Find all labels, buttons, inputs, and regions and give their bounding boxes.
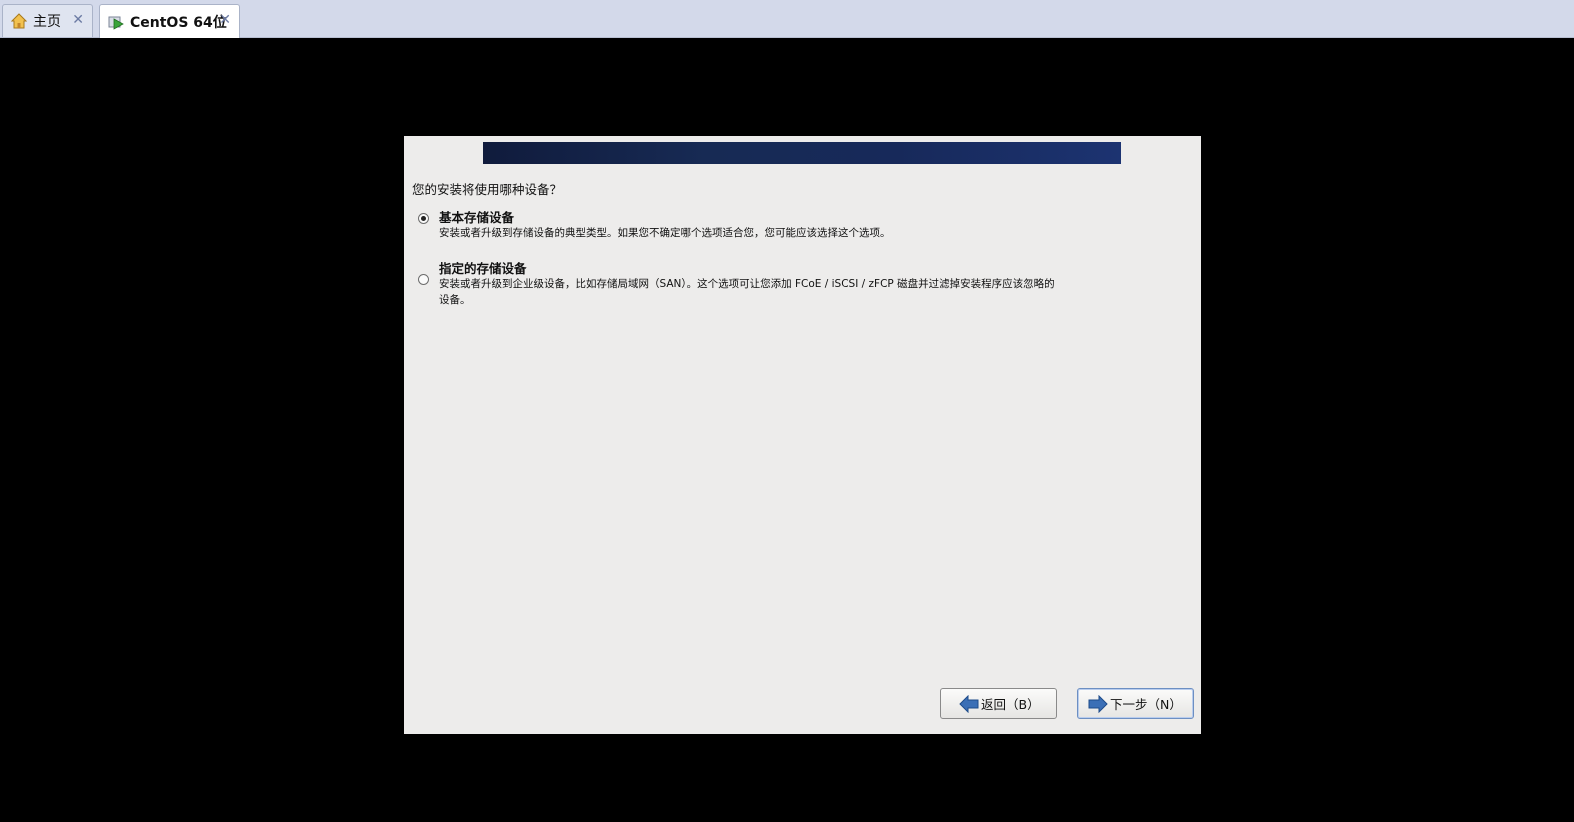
vm-play-icon xyxy=(108,16,124,30)
option-basic-description: 安装或者升级到存储设备的典型类型。如果您不确定哪个选项适合您，您可能应该选择这个… xyxy=(439,227,891,239)
back-button-label: 返回（B） xyxy=(981,697,1040,712)
installer-banner xyxy=(483,142,1121,164)
tab-home[interactable]: 主页 ✕ xyxy=(2,4,93,37)
radio-basic-storage[interactable] xyxy=(418,213,429,224)
home-icon xyxy=(11,13,27,29)
storage-question: 您的安装将使用哪种设备？ xyxy=(412,182,563,197)
tab-centos-label: CentOS 64位 xyxy=(130,14,227,31)
close-icon[interactable]: ✕ xyxy=(72,12,84,28)
radio-specialized-storage[interactable] xyxy=(418,274,429,285)
installer-window: 您的安装将使用哪种设备？ 基本存储设备 安装或者升级到存储设备的典型类型。如果您… xyxy=(404,136,1201,734)
back-button[interactable]: 返回（B） xyxy=(940,688,1057,719)
tab-centos[interactable]: CentOS 64位 ✕ xyxy=(99,4,240,38)
option-specialized-description: 安装或者升级到企业级设备，比如存储局域网（SAN）。这个选项可让您添加 FCoE… xyxy=(439,278,1055,306)
arrow-right-icon xyxy=(1088,694,1108,713)
arrow-left-icon xyxy=(959,694,979,713)
option-specialized-storage[interactable]: 指定的存储设备 安装或者升级到企业级设备，比如存储局域网（SAN）。这个选项可让… xyxy=(418,258,1058,310)
close-icon[interactable]: ✕ xyxy=(219,12,231,28)
option-basic-title: 基本存储设备 xyxy=(439,210,515,225)
tab-bar: 主页 ✕ CentOS 64位 ✕ xyxy=(0,0,1574,38)
option-specialized-title: 指定的存储设备 xyxy=(439,261,527,276)
option-basic-storage[interactable]: 基本存储设备 安装或者升级到存储设备的典型类型。如果您不确定哪个选项适合您，您可… xyxy=(418,207,1058,247)
tab-home-label: 主页 xyxy=(33,14,61,30)
next-button-label: 下一步（N） xyxy=(1110,697,1182,712)
next-button[interactable]: 下一步（N） xyxy=(1077,688,1194,719)
